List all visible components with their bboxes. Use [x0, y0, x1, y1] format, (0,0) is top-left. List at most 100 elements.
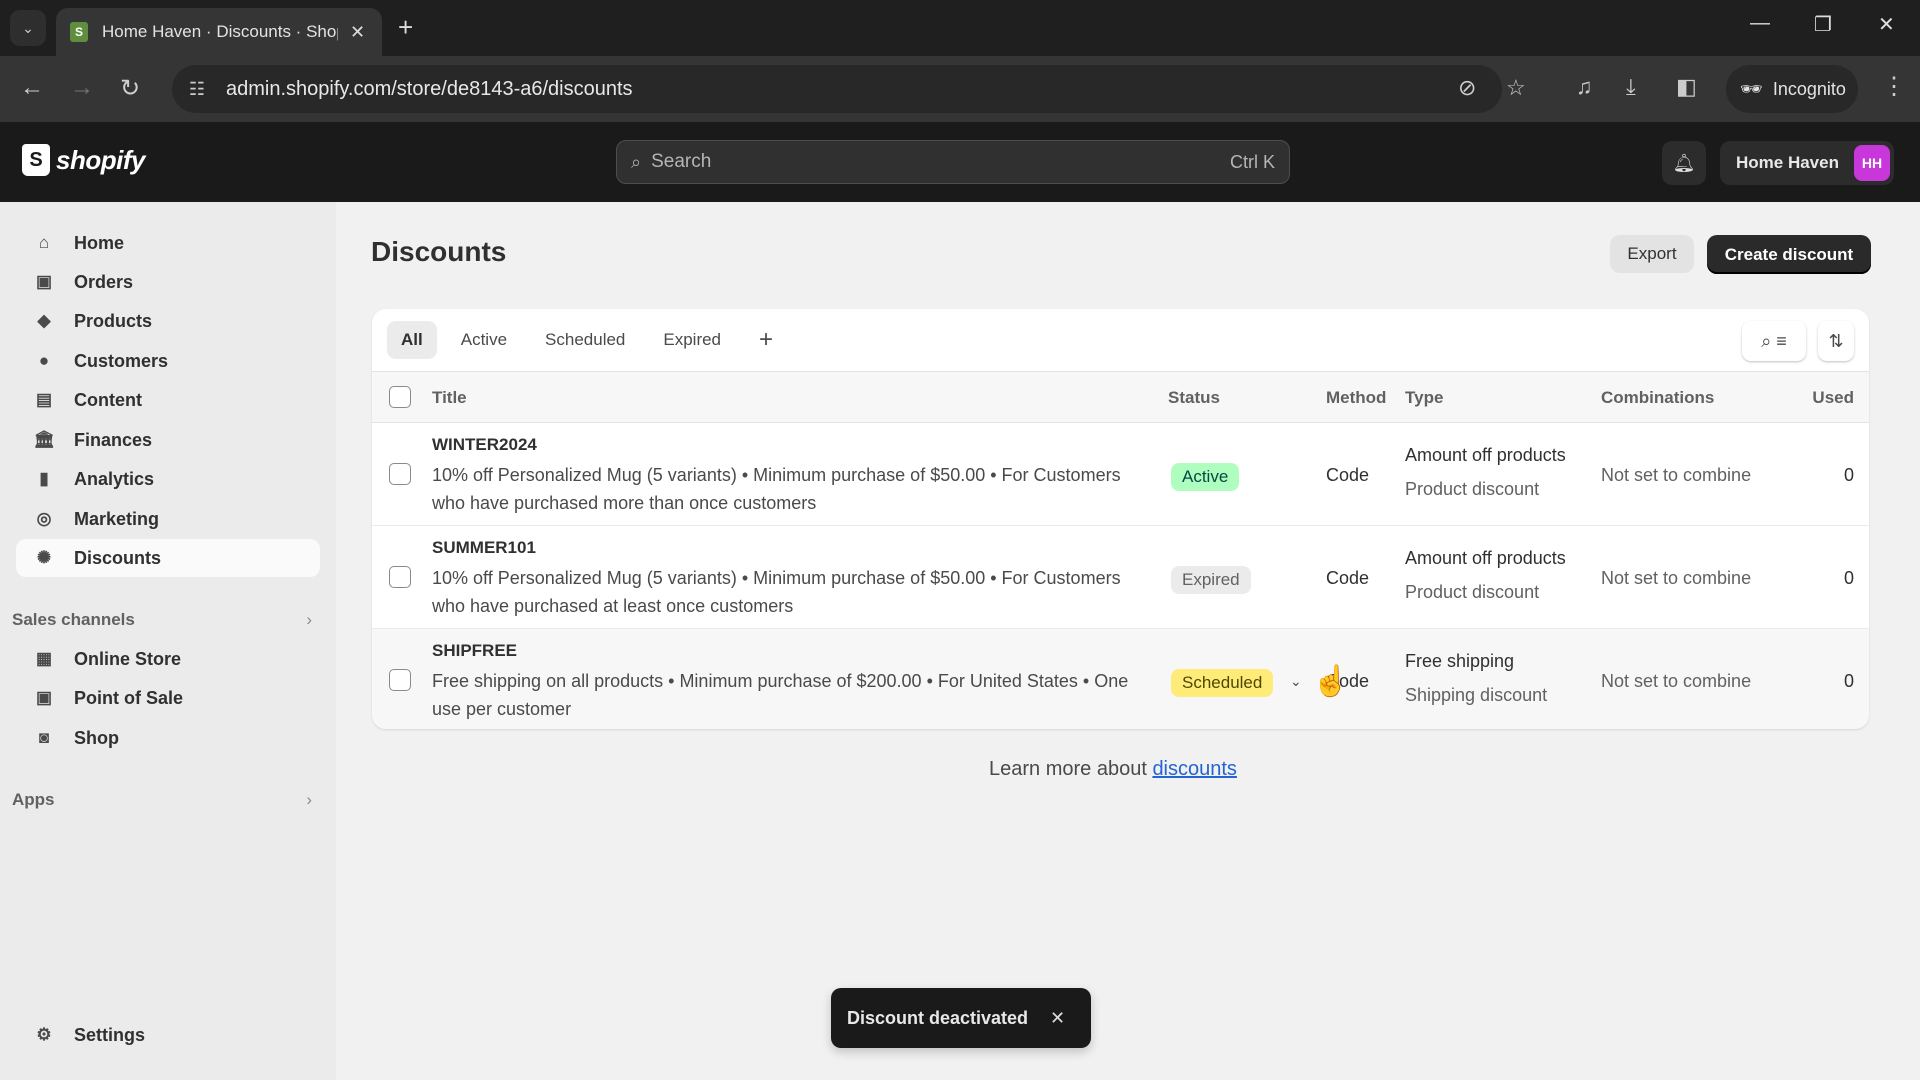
side-panel-icon[interactable]: ◧	[1676, 74, 1697, 100]
new-tab-icon[interactable]: +	[398, 12, 413, 43]
discount-title[interactable]: SUMMER101	[432, 538, 536, 558]
tab-active[interactable]: Active	[447, 321, 521, 359]
gear-icon: ⚙	[36, 1025, 52, 1044]
row-checkbox[interactable]	[389, 566, 411, 588]
discount-method: Code	[1326, 568, 1370, 588]
discounts-table-card: All Active Scheduled Expired + ⌕ ≡ ⇅ Tit…	[372, 309, 1869, 729]
sidebar-item-home[interactable]: ⌂ Home	[16, 224, 320, 262]
column-used[interactable]: Used	[1812, 388, 1854, 408]
search-filter-button[interactable]: ⌕ ≡	[1742, 321, 1806, 361]
sidebar-item-label: Analytics	[74, 468, 155, 489]
incognito-badge[interactable]: 🕶 Incognito	[1726, 65, 1858, 113]
tab-expired[interactable]: Expired	[649, 321, 735, 359]
status-badge: Active	[1171, 463, 1240, 491]
store-menu-button[interactable]: Home Haven HH	[1720, 141, 1894, 185]
pos-icon: ▣	[35, 688, 53, 707]
sidebar-item-customers[interactable]: ● Customers	[16, 342, 320, 380]
back-icon[interactable]: ←	[20, 74, 44, 102]
section-label: Sales channels	[12, 610, 135, 629]
hand-cursor-icon: ☝	[1312, 665, 1350, 698]
sidebar-item-content[interactable]: ▤ Content	[16, 381, 320, 419]
star-icon[interactable]: ☆	[1506, 75, 1526, 101]
column-method[interactable]: Method	[1326, 388, 1386, 408]
shopify-logo[interactable]: S shopify	[22, 144, 145, 176]
close-window-icon[interactable]: ✕	[1878, 12, 1895, 37]
sidebar-item-online-store[interactable]: ▦ Online Store	[16, 640, 320, 678]
sidebar-item-label: Products	[74, 310, 153, 331]
search-input[interactable]: ⌕ Search Ctrl K	[616, 140, 1290, 184]
sidebar-item-orders[interactable]: ▣ Orders	[16, 263, 320, 301]
bar-chart-icon: ▮	[39, 469, 49, 488]
table-row[interactable]: SUMMER101 10% off Personalized Mug (5 va…	[372, 526, 1869, 629]
chevron-down-icon[interactable]: ⌄	[1290, 673, 1302, 690]
add-view-button[interactable]: +	[745, 321, 787, 359]
more-menu-icon[interactable]: ⋮	[1882, 72, 1906, 101]
forward-icon[interactable]: →	[70, 74, 94, 102]
column-combinations[interactable]: Combinations	[1601, 388, 1714, 408]
close-toast-icon[interactable]: ✕	[1050, 1008, 1065, 1029]
browser-tab[interactable]: S Home Haven · Discounts · Shop ✕	[56, 8, 382, 56]
discount-icon: ✺	[36, 548, 52, 567]
discount-type: Amount off products	[1405, 445, 1566, 465]
sidebar-item-label: Finances	[74, 429, 153, 450]
discount-combinations: Not set to combine	[1601, 671, 1752, 691]
discount-method: Code	[1326, 465, 1370, 485]
sidebar-item-label: Online Store	[74, 648, 182, 669]
row-checkbox[interactable]	[389, 463, 411, 485]
table-row[interactable]: SHIPFREE Free shipping on all products •…	[372, 629, 1869, 729]
media-icon[interactable]: ♫	[1576, 74, 1593, 100]
column-status[interactable]: Status	[1168, 388, 1220, 408]
shop-icon: ◙	[38, 728, 50, 747]
select-all-checkbox[interactable]	[389, 386, 411, 408]
status-badge[interactable]: Scheduled	[1171, 669, 1274, 697]
notifications-button[interactable]: 🔔︎	[1662, 141, 1706, 185]
column-type[interactable]: Type	[1405, 388, 1443, 408]
learn-more-text: Learn more about discounts	[989, 758, 1237, 781]
discount-type: Amount off products	[1405, 548, 1566, 568]
close-tab-icon[interactable]: ✕	[350, 22, 365, 43]
discounts-help-link[interactable]: discounts	[1152, 758, 1237, 780]
apps-header[interactable]: Apps ›	[12, 790, 312, 810]
sidebar-item-discounts[interactable]: ✺ Discounts	[16, 539, 320, 577]
address-bar[interactable]: ☷ admin.shopify.com/store/de8143-a6/disc…	[172, 65, 1526, 113]
sort-button[interactable]: ⇅	[1818, 321, 1854, 361]
discount-type-sub: Shipping discount	[1405, 685, 1548, 705]
browser-tab-bar: ⌄ S Home Haven · Discounts · Shop ✕ + — …	[0, 0, 1920, 56]
column-title[interactable]: Title	[432, 388, 467, 408]
tab-all[interactable]: All	[387, 321, 437, 359]
browser-toolbar: ← → ↻ ☷ admin.shopify.com/store/de8143-a…	[0, 56, 1920, 122]
sales-channels-header[interactable]: Sales channels ›	[12, 610, 312, 630]
row-checkbox[interactable]	[389, 669, 411, 691]
export-button[interactable]: Export	[1610, 235, 1694, 273]
download-icon[interactable]: ⤓	[1626, 74, 1636, 100]
sidebar-item-products[interactable]: ◆ Products	[16, 302, 320, 340]
discount-title[interactable]: SHIPFREE	[432, 641, 517, 661]
admin-top-bar: S shopify ⌕ Search Ctrl K 🔔︎ Home Haven …	[0, 122, 1920, 202]
shopify-favicon-icon: S	[70, 22, 88, 42]
sidebar-item-analytics[interactable]: ▮ Analytics	[16, 460, 320, 498]
site-settings-icon[interactable]: ☷	[182, 79, 212, 100]
sidebar-item-label: Home	[74, 232, 125, 253]
person-icon: ●	[38, 351, 50, 370]
sidebar-item-label: Point of Sale	[74, 687, 184, 708]
sidebar-item-label: Shop	[74, 727, 119, 748]
minimize-icon[interactable]: —	[1750, 12, 1770, 35]
discount-title[interactable]: WINTER2024	[432, 435, 537, 455]
image-icon: ▤	[35, 390, 53, 409]
sidebar-item-point-of-sale[interactable]: ▣ Point of Sale	[16, 679, 320, 717]
reload-icon[interactable]: ↻	[120, 74, 140, 103]
restore-icon[interactable]: ❐	[1814, 12, 1832, 37]
eye-off-icon[interactable]: ⊘	[1458, 75, 1476, 101]
sidebar-item-shop[interactable]: ◙ Shop	[16, 719, 320, 757]
store-icon: ▦	[35, 649, 53, 668]
section-label: Apps	[12, 790, 55, 809]
table-row[interactable]: WINTER2024 10% off Personalized Mug (5 v…	[372, 423, 1869, 526]
tab-search-button[interactable]: ⌄	[10, 10, 46, 46]
chevron-right-icon: ›	[306, 790, 312, 809]
tab-scheduled[interactable]: Scheduled	[531, 321, 639, 359]
sidebar-item-finances[interactable]: 🏛︎ Finances	[16, 421, 320, 459]
create-discount-button[interactable]: Create discount	[1707, 235, 1871, 274]
sidebar-item-settings[interactable]: ⚙ Settings	[16, 1016, 320, 1054]
sidebar-item-marketing[interactable]: ◎ Marketing	[16, 500, 320, 538]
search-icon: ⌕	[1761, 330, 1772, 351]
